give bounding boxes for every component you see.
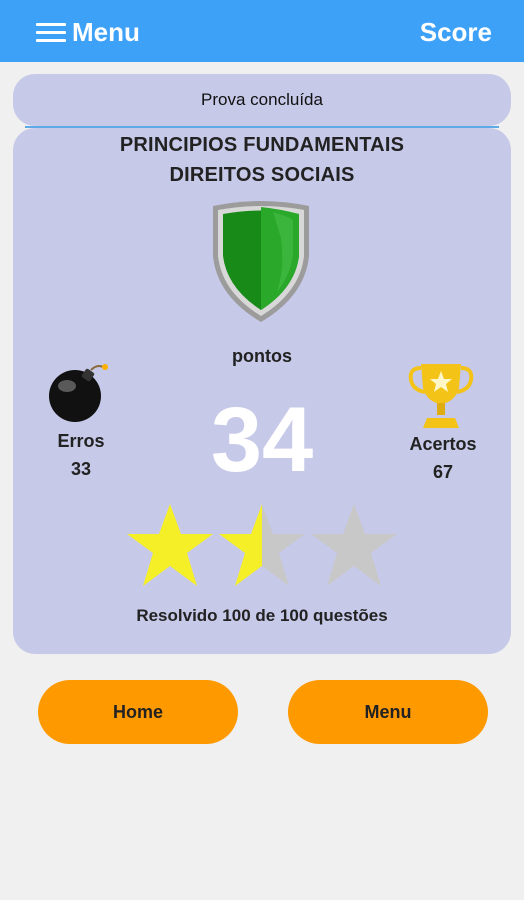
status-text: Prova concluída [201,90,323,109]
quiz-subtitle: DIREITOS SOCIAIS [169,164,355,186]
hamburger-icon [36,22,66,42]
app-bar: Menu Score [0,0,524,62]
menu-button[interactable]: Menu [36,14,140,50]
score-button[interactable]: Score [420,17,492,48]
errors-label: Erros [57,431,105,451]
trophy-icon [408,364,474,428]
menu-label: Menu [72,16,140,47]
solved-summary: Resolvido 100 de 100 questões [136,606,388,625]
home-button[interactable]: Home [38,680,238,744]
quiz-title: PRINCIPIOS FUNDAMENTAIS [119,134,405,156]
star-icon [311,504,397,586]
hits-label: Acertos [409,434,477,454]
star-icon [219,504,305,586]
result-card: PRINCIPIOS FUNDAMENTAIS DIREITOS SOCIAIS… [13,128,511,654]
bomb-icon [49,364,108,422]
rating-stars [127,504,397,586]
menu-nav-button[interactable]: Menu [288,680,488,744]
errors-value: 33 [70,459,92,479]
hits-value: 67 [432,462,454,482]
star-icon [127,504,213,586]
status-card: Prova concluída [13,74,511,126]
shield-icon [213,201,309,322]
